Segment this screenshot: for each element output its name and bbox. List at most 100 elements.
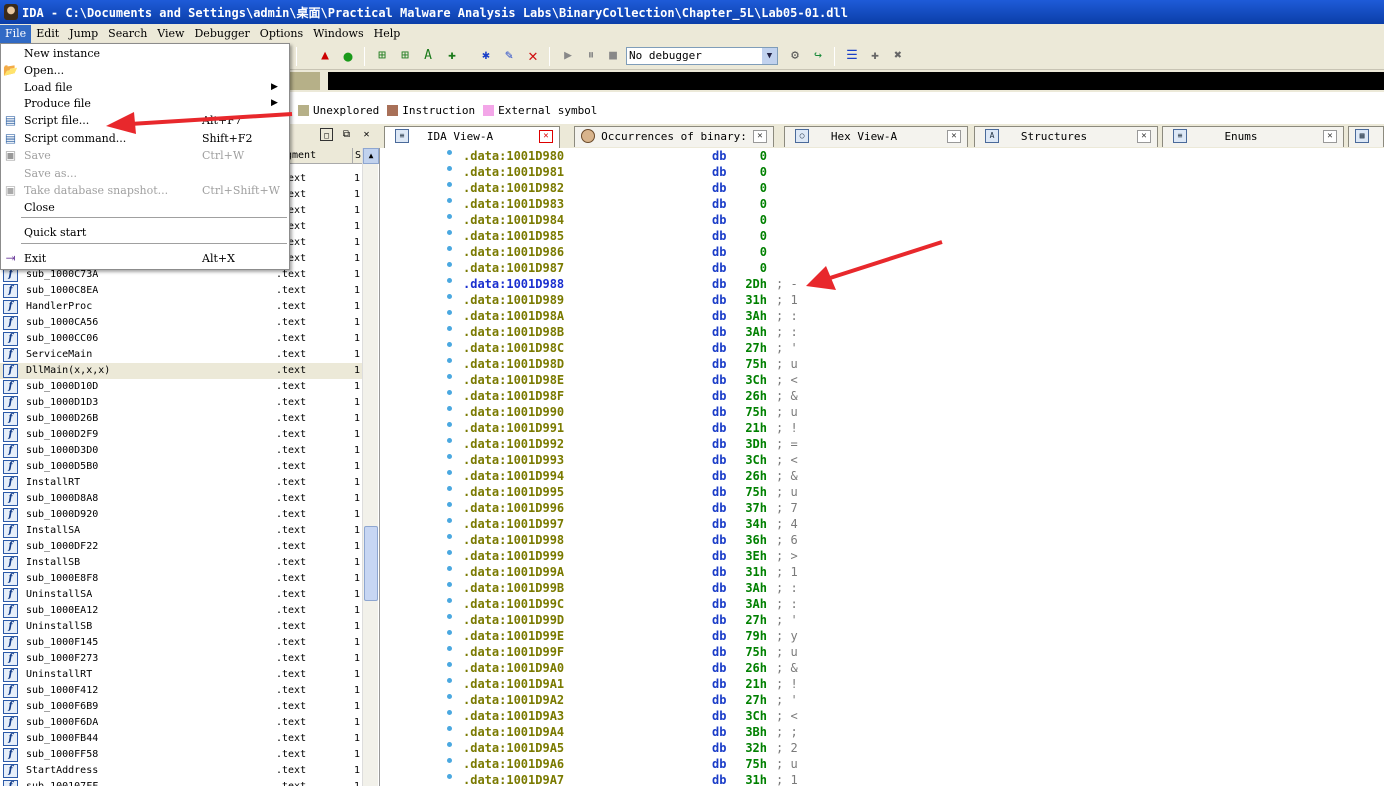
- tab-hex-view-a[interactable]: ○ Hex View-A ✕: [784, 126, 968, 147]
- disasm-line[interactable]: .data:1001D999 db 3Eh ; >: [383, 548, 1384, 564]
- scrollbar-thumb[interactable]: [364, 526, 378, 601]
- disasm-line[interactable]: .data:1001D9A3 db 3Ch ; <: [383, 708, 1384, 724]
- close-tab-icon[interactable]: ✕: [753, 130, 767, 143]
- disasm-line[interactable]: .data:1001D99E db 79h ; y: [383, 628, 1384, 644]
- pause-icon[interactable]: ⏸: [582, 47, 600, 65]
- create-array-icon[interactable]: ✚: [443, 47, 461, 65]
- function-row[interactable]: f sub_1000EA12 .text 1(: [0, 603, 366, 619]
- disasm-line[interactable]: .data:1001D995 db 75h ; u: [383, 484, 1384, 500]
- disasm-line[interactable]: .data:1001D982 db 0: [383, 180, 1384, 196]
- disasm-line[interactable]: .data:1001D993 db 3Ch ; <: [383, 452, 1384, 468]
- disasm-line[interactable]: .data:1001D981 db 0: [383, 164, 1384, 180]
- disasm-line[interactable]: .data:1001D98A db 3Ah ; :: [383, 308, 1384, 324]
- menu-windows[interactable]: Windows: [308, 25, 368, 43]
- menu-search[interactable]: Search: [103, 25, 152, 43]
- chevron-down-icon[interactable]: ▼: [762, 48, 777, 64]
- function-row[interactable]: f ServiceMain .text 1(: [0, 347, 366, 363]
- disasm-line[interactable]: .data:1001D9A5 db 32h ; 2: [383, 740, 1384, 756]
- restore-pane-icon[interactable]: □: [320, 128, 333, 141]
- function-row[interactable]: f sub_1000D10D .text 1(: [0, 379, 366, 395]
- step-into-icon[interactable]: ↪: [809, 47, 827, 65]
- tab-occurrences[interactable]: Occurrences of binary: ED ✕: [574, 126, 774, 162]
- warning-icon[interactable]: ▲: [316, 47, 334, 65]
- file-menu-item[interactable]: Save as...: [1, 165, 289, 182]
- function-row[interactable]: f sub_1000F412 .text 1(: [0, 683, 366, 699]
- menu-help[interactable]: Help: [369, 25, 406, 43]
- disasm-line[interactable]: .data:1001D99D db 27h ; ': [383, 612, 1384, 628]
- file-menu-item[interactable]: New instance: [1, 45, 289, 62]
- attach-process-icon[interactable]: ⚙: [786, 47, 804, 65]
- debugger-select[interactable]: No debugger ▼: [626, 47, 778, 65]
- remove-breakpoint-icon[interactable]: ✖: [889, 47, 907, 65]
- close-tab-icon[interactable]: ✕: [947, 130, 961, 143]
- disasm-line[interactable]: .data:1001D992 db 3Dh ; =: [383, 436, 1384, 452]
- create-string-icon[interactable]: A: [419, 47, 437, 65]
- add-breakpoint-icon[interactable]: ✚: [866, 47, 884, 65]
- function-row[interactable]: f StartAddress .text 1(: [0, 763, 366, 779]
- list-view-icon[interactable]: ☰: [843, 47, 861, 65]
- function-row[interactable]: f sub_1000D2F9 .text 1(: [0, 427, 366, 443]
- function-row[interactable]: f sub_1000D3D0 .text 1(: [0, 443, 366, 459]
- disasm-line[interactable]: .data:1001D980 db 0: [383, 148, 1384, 164]
- function-row[interactable]: f InstallSA .text 1(: [0, 523, 366, 539]
- function-row[interactable]: f sub_1000D920 .text 1(: [0, 507, 366, 523]
- float-pane-icon[interactable]: ⧉: [340, 128, 353, 141]
- function-row[interactable]: f sub_1000F273 .text 1(: [0, 651, 366, 667]
- disasm-line[interactable]: .data:1001D9A2 db 27h ; ': [383, 692, 1384, 708]
- tab-ida-view-a[interactable]: ≡ IDA View-A ✕: [384, 126, 560, 148]
- file-menu-item[interactable]: Quick start: [1, 224, 289, 241]
- function-row[interactable]: f sub_1000CA56 .text 1(: [0, 315, 366, 331]
- tab-structures[interactable]: A Structures ✕: [974, 126, 1158, 147]
- disasm-line[interactable]: .data:1001D9A6 db 75h ; u: [383, 756, 1384, 772]
- disasm-line[interactable]: .data:1001D984 db 0: [383, 212, 1384, 228]
- disasm-line[interactable]: .data:1001D9A7 db 31h ; 1: [383, 772, 1384, 786]
- disasm-line[interactable]: .data:1001D9A0 db 26h ; &: [383, 660, 1384, 676]
- disasm-line[interactable]: .data:1001D99F db 75h ; u: [383, 644, 1384, 660]
- disasm-line[interactable]: .data:1001D98F db 26h ; &: [383, 388, 1384, 404]
- function-row[interactable]: f sub_1000C8EA .text 1(: [0, 283, 366, 299]
- tab-enums[interactable]: ≡ Enums ✕: [1162, 126, 1344, 147]
- file-menu-item[interactable]: ▣ Save Ctrl+W: [1, 147, 289, 164]
- menu-options[interactable]: Options: [255, 25, 308, 43]
- file-menu-item[interactable]: ▣ Take database snapshot... Ctrl+Shift+W: [1, 182, 289, 199]
- function-row[interactable]: f sub_1000D1D3 .text 1(: [0, 395, 366, 411]
- file-menu-item[interactable]: ▤ Script file... Alt+F7: [1, 112, 289, 129]
- disasm-line[interactable]: .data:1001D998 db 36h ; 6: [383, 532, 1384, 548]
- menu-view[interactable]: View: [152, 25, 189, 43]
- disasm-line[interactable]: .data:1001D99B db 3Ah ; :: [383, 580, 1384, 596]
- disasm-line[interactable]: .data:1001D98C db 27h ; ': [383, 340, 1384, 356]
- disasm-line[interactable]: .data:1001D9A1 db 21h ; !: [383, 676, 1384, 692]
- disasm-line[interactable]: .data:1001D98D db 75h ; u: [383, 356, 1384, 372]
- segment-column-header[interactable]: gment: [286, 148, 316, 164]
- function-row[interactable]: f sub_1000D5B0 .text 1(: [0, 459, 366, 475]
- disasm-line[interactable]: .data:1001D9A4 db 3Bh ; ;: [383, 724, 1384, 740]
- menu-jump[interactable]: Jump: [64, 25, 103, 43]
- disasm-line[interactable]: .data:1001D997 db 34h ; 4: [383, 516, 1384, 532]
- disasm-line[interactable]: .data:1001D987 db 0: [383, 260, 1384, 276]
- close-tab-icon[interactable]: ✕: [1137, 130, 1151, 143]
- close-tab-icon[interactable]: ✕: [539, 130, 553, 143]
- scroll-up-icon[interactable]: ▲: [363, 148, 379, 164]
- file-menu-item[interactable]: ⇥ Exit Alt+X: [1, 250, 289, 267]
- function-row[interactable]: f sub_1000F6DA .text 1(: [0, 715, 366, 731]
- function-row[interactable]: fsub_100107FF.text1(: [0, 779, 366, 786]
- function-row[interactable]: f UninstallRT .text 1(: [0, 667, 366, 683]
- close-pane-icon[interactable]: ✕: [360, 128, 373, 141]
- function-row[interactable]: f HandlerProc .text 1(: [0, 299, 366, 315]
- delete-icon[interactable]: ✕: [524, 47, 542, 65]
- function-row[interactable]: f UninstallSA .text 1(: [0, 587, 366, 603]
- create-struct-icon[interactable]: ✱: [477, 47, 495, 65]
- start-column-header[interactable]: S: [352, 148, 361, 164]
- function-row[interactable]: f DllMain(x,x,x) .text 1(: [0, 363, 366, 379]
- disasm-line[interactable]: .data:1001D996 db 37h ; 7: [383, 500, 1384, 516]
- disasm-line[interactable]: .data:1001D986 db 0: [383, 244, 1384, 260]
- function-row[interactable]: f sub_1000F6B9 .text 1(: [0, 699, 366, 715]
- edit-function-icon[interactable]: ✎: [500, 47, 518, 65]
- create-code-icon[interactable]: ⊞: [373, 47, 391, 65]
- functions-scrollbar[interactable]: ▲: [362, 148, 379, 786]
- function-row[interactable]: f InstallSB .text 1(: [0, 555, 366, 571]
- disasm-line[interactable]: .data:1001D989 db 31h ; 1: [383, 292, 1384, 308]
- disasm-line[interactable]: .data:1001D991 db 21h ; !: [383, 420, 1384, 436]
- menu-file[interactable]: File: [0, 24, 32, 43]
- file-menu-item[interactable]: Load file ▶: [1, 79, 289, 96]
